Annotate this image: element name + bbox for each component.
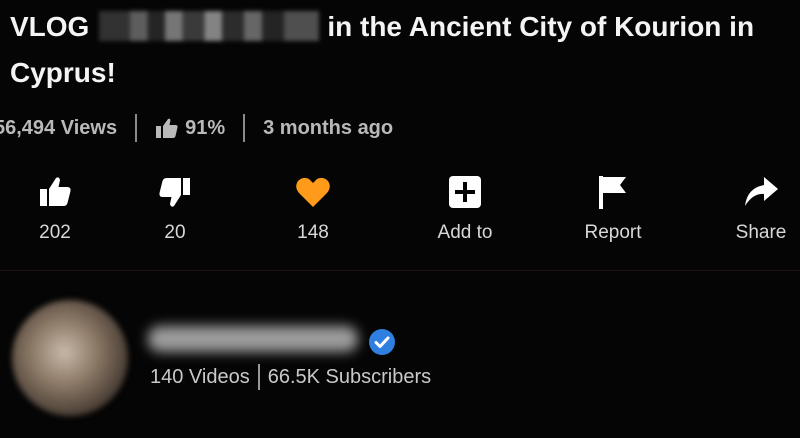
dislike-count: 20 — [164, 222, 186, 243]
add-square-icon — [445, 172, 485, 212]
video-stats: 56,494 Views 91% 3 months ago — [0, 112, 393, 144]
flag-icon — [593, 172, 633, 212]
stats-divider — [243, 114, 246, 142]
stats-divider — [135, 114, 138, 142]
channel-avatar[interactable] — [12, 300, 128, 416]
meta-divider — [257, 364, 260, 390]
add-to-label: Add to — [437, 222, 493, 243]
title-prefix: VLOG — [10, 11, 90, 42]
favorite-button[interactable]: 148 — [258, 172, 368, 244]
action-bar: 202 20 148 Add to Report Share — [0, 172, 800, 252]
channel-video-count: 140 Videos — [150, 365, 250, 388]
upload-age: 3 months ago — [263, 116, 394, 139]
heart-icon — [293, 172, 333, 212]
verified-badge-icon — [368, 328, 396, 356]
rating-thumb-icon — [155, 117, 179, 139]
favorite-count: 148 — [297, 222, 329, 243]
dislike-button[interactable]: 20 — [120, 172, 230, 244]
video-info-panel: VLOG in the Ancient City of Kourion in Cy… — [0, 0, 800, 438]
view-count: 56,494 Views — [0, 116, 118, 139]
channel-subscriber-count: 66.5K Subscribers — [267, 365, 432, 388]
add-to-button[interactable]: Add to — [410, 172, 520, 244]
pixelated-redaction — [99, 11, 320, 41]
thumbs-up-icon — [35, 172, 75, 212]
thumbs-down-icon — [155, 172, 195, 212]
share-label: Share — [735, 222, 787, 243]
section-divider — [0, 270, 800, 271]
channel-meta: 140 Videos 66.5K Subscribers — [150, 364, 431, 390]
report-button[interactable]: Report — [558, 172, 668, 244]
video-title: VLOG in the Ancient City of Kourion in Cy… — [10, 4, 790, 96]
like-button[interactable]: 202 — [0, 172, 110, 244]
channel-name-blurred[interactable] — [148, 326, 358, 352]
like-count: 202 — [39, 222, 71, 243]
share-button[interactable]: Share — [706, 172, 800, 244]
share-arrow-icon — [741, 172, 781, 212]
rating-percent: 91% — [185, 116, 226, 139]
report-label: Report — [584, 222, 642, 243]
